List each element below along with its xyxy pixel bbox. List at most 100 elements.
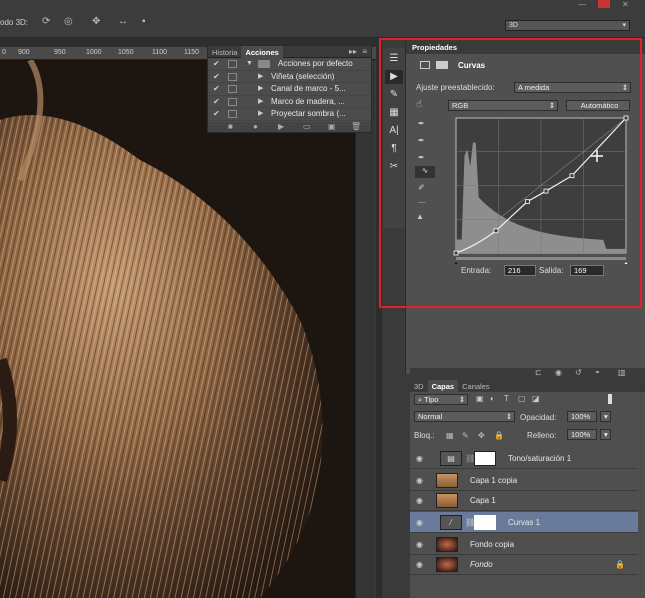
- drag-3d-icon[interactable]: ✥: [92, 16, 100, 27]
- panel-menu-icon[interactable]: ≡: [362, 47, 367, 56]
- reset-icon[interactable]: ↺: [575, 368, 582, 377]
- check-icon[interactable]: ✔: [213, 58, 220, 70]
- dialog-toggle-icon[interactable]: [228, 73, 237, 81]
- properties-bottom-toolbar: ⊏ ◉ ↺ ◓ ▥: [410, 368, 645, 380]
- lock-label: Bloq.:: [414, 431, 434, 440]
- play-icon[interactable]: ▶: [278, 122, 284, 131]
- opacity-label: Opacidad:: [520, 413, 556, 422]
- layer-row[interactable]: ◉ ▤ ⛓ Tono/saturación 1: [410, 448, 638, 469]
- chevron-down-icon: ▾: [622, 21, 629, 30]
- mask-thumbnail[interactable]: [474, 451, 496, 466]
- scale-3d-icon[interactable]: ▪: [142, 16, 146, 27]
- layer-row[interactable]: ◉ Capa 1 copia: [410, 470, 638, 491]
- expand-icon[interactable]: ▶: [258, 83, 263, 95]
- curves-layer-icon: ⁄: [440, 515, 462, 530]
- eye-icon[interactable]: ◉: [416, 496, 423, 505]
- eye-icon[interactable]: ◉: [416, 518, 423, 527]
- filter-type-icon[interactable]: T: [504, 394, 509, 403]
- layers-tabs: 3D Capas Canales: [410, 380, 645, 392]
- check-icon[interactable]: ✔: [213, 96, 220, 108]
- check-icon[interactable]: ✔: [213, 83, 220, 95]
- layer-row[interactable]: ◉ Fondo copia: [410, 534, 638, 555]
- blend-mode-select[interactable]: Normal ⇕: [414, 411, 515, 422]
- stop-icon[interactable]: ■: [228, 122, 233, 131]
- trash-icon[interactable]: ▥: [618, 368, 626, 377]
- eye-icon[interactable]: ◉: [416, 454, 423, 463]
- mask-thumbnail[interactable]: [474, 515, 496, 530]
- layer-filter-select[interactable]: ⌕ Tipo ⇕: [414, 394, 468, 405]
- lock-icon: 🔒: [615, 560, 625, 569]
- fill-dropdown[interactable]: ▾: [600, 429, 611, 440]
- collapse-icon[interactable]: ▸▸: [349, 47, 357, 56]
- layer-thumbnail[interactable]: [436, 537, 458, 552]
- trash-icon[interactable]: 🗑: [351, 122, 361, 131]
- layer-thumbnail[interactable]: [436, 493, 458, 508]
- layer-name: Tono/saturación 1: [508, 454, 571, 463]
- layer-name: Capa 1 copia: [470, 476, 517, 485]
- actions-panel-tabs: Historia Acciones ▸▸ ≡: [208, 46, 371, 58]
- eye-icon[interactable]: ◉: [416, 540, 423, 549]
- action-row[interactable]: ✔ ▶ Proyectar sombra (...: [208, 108, 371, 121]
- ruler-tick: 1150: [184, 49, 199, 56]
- rotate-3d-icon[interactable]: ⟳: [42, 16, 50, 27]
- sepia-photo[interactable]: [0, 60, 345, 598]
- opacity-field[interactable]: 100%: [567, 411, 597, 422]
- close-icon[interactable]: ✕: [622, 0, 629, 9]
- expand-icon[interactable]: ▼: [246, 58, 253, 70]
- filter-adjustment-icon[interactable]: ◐: [490, 394, 495, 403]
- ruler-tick: 900: [18, 49, 30, 56]
- options-bar: odo 3D: ⟳ ◎ ✥ ↔ ▪ 3D ▾ — ✕: [0, 0, 645, 38]
- lock-transparency-icon[interactable]: ▦: [446, 431, 454, 440]
- highlight-frame: [379, 38, 642, 308]
- dialog-toggle-icon[interactable]: [228, 60, 237, 68]
- dialog-toggle-icon[interactable]: [228, 98, 237, 106]
- eye-icon[interactable]: ◉: [416, 476, 423, 485]
- eye-icon[interactable]: ◉: [416, 560, 423, 569]
- new-action-icon[interactable]: ▣: [328, 122, 336, 131]
- slide-3d-icon[interactable]: ↔: [118, 16, 128, 27]
- opacity-dropdown[interactable]: ▾: [600, 411, 611, 422]
- check-icon[interactable]: ✔: [213, 108, 220, 120]
- layer-thumbnail[interactable]: [436, 473, 458, 488]
- restore-icon[interactable]: [598, 0, 610, 8]
- action-row[interactable]: ✔ ▶ Marco de madera, ...: [208, 96, 371, 109]
- lock-position-icon[interactable]: ✥: [478, 431, 485, 440]
- action-row[interactable]: ✔ ▼ Acciones por defecto: [208, 58, 371, 71]
- layer-name: Fondo: [470, 560, 493, 569]
- clip-icon[interactable]: ⊏: [535, 368, 542, 377]
- workspace-select[interactable]: 3D ▾: [505, 20, 630, 31]
- dialog-toggle-icon[interactable]: [228, 85, 237, 93]
- filter-pixel-icon[interactable]: ▣: [476, 394, 484, 403]
- new-set-icon[interactable]: ▭: [303, 122, 311, 131]
- vertical-scrollbar[interactable]: [355, 60, 375, 598]
- window-controls: — ✕: [570, 0, 645, 10]
- layer-row-selected[interactable]: ◉ ⁄ ⛓ Curvas 1: [410, 512, 638, 533]
- action-row[interactable]: ✔ ▶ Canal de marco - 5...: [208, 83, 371, 96]
- action-row[interactable]: ✔ ▶ Viñeta (selección): [208, 71, 371, 84]
- filter-shape-icon[interactable]: ▢: [518, 394, 526, 403]
- check-icon[interactable]: ✔: [213, 71, 220, 83]
- lock-pixels-icon[interactable]: ✎: [462, 431, 469, 440]
- fill-field[interactable]: 100%: [567, 429, 597, 440]
- view-previous-icon[interactable]: ◉: [555, 368, 562, 377]
- adjustment-layer-icon: ▤: [440, 451, 462, 466]
- layer-name: Fondo copia: [470, 540, 514, 549]
- filter-smart-icon[interactable]: ◪: [532, 394, 540, 403]
- expand-icon[interactable]: ▶: [258, 108, 263, 120]
- visibility-icon[interactable]: ◓: [595, 368, 600, 377]
- dialog-toggle-icon[interactable]: [228, 110, 237, 118]
- minimize-icon[interactable]: —: [578, 0, 586, 9]
- tab-capas[interactable]: Capas: [428, 380, 459, 393]
- lock-all-icon[interactable]: 🔒: [494, 431, 504, 440]
- layer-row[interactable]: ◉ Capa 1: [410, 490, 638, 511]
- actions-panel: Historia Acciones ▸▸ ≡ ✔ ▼ Acciones por def…: [207, 45, 372, 133]
- layer-row[interactable]: ◉ Fondo 🔒: [410, 554, 638, 575]
- layer-thumbnail[interactable]: [436, 557, 458, 572]
- filter-toggle[interactable]: [608, 394, 612, 404]
- roll-3d-icon[interactable]: ◎: [64, 16, 73, 27]
- expand-icon[interactable]: ▶: [258, 96, 263, 108]
- tab-canales[interactable]: Canales: [458, 380, 494, 393]
- tab-3d[interactable]: 3D: [410, 380, 428, 393]
- record-icon[interactable]: ●: [253, 122, 258, 131]
- expand-icon[interactable]: ▶: [258, 71, 263, 83]
